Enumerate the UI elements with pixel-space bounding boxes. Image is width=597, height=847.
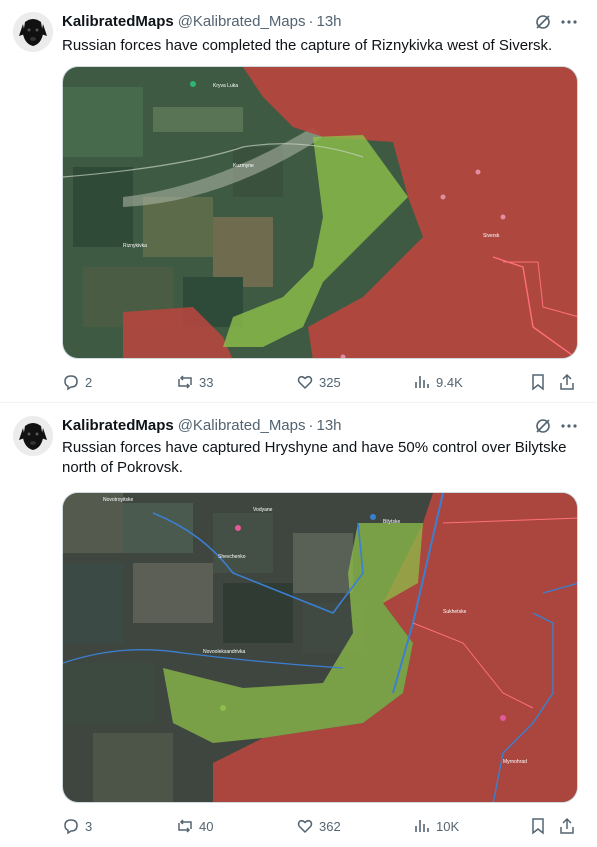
bookmark-icon [532,374,544,391]
svg-text:Myrnohrad: Myrnohrad [503,759,527,765]
reply-button[interactable]: 3 [62,816,92,836]
author-name[interactable]: KalibratedMaps [62,417,174,434]
like-button[interactable]: 362 [296,816,341,836]
tweet[interactable]: KalibratedMaps @Kalibrated_Maps · 13h Russi… [0,0,597,403]
repost-icon [178,819,192,833]
svg-text:Sukhetske: Sukhetske [443,609,467,615]
views-button[interactable]: 9.4K [413,372,463,392]
grok-icon[interactable] [533,12,553,32]
frontline-map: Novotroyitske Vodyane Bilytske Shevchenk… [63,493,577,802]
like-button[interactable]: 325 [296,372,341,392]
like-count: 325 [319,374,341,390]
tweet-text: Russian forces have completed the captur… [62,37,553,54]
svg-text:Vodyane: Vodyane [253,507,273,513]
heart-icon [297,375,313,390]
tweet-text-line: Russian forces have captured Hryshyne an… [62,439,567,456]
svg-text:Bilytske: Bilytske [383,519,400,525]
reply-icon [64,819,78,835]
grok-icon[interactable] [533,416,553,436]
bookmark-icon [532,818,544,835]
share-icon [560,373,574,390]
svg-text:Shevchenko: Shevchenko [218,554,246,560]
reply-count: 2 [85,374,93,390]
tweet-text: Russian forces have captured Hryshyne an… [62,438,577,478]
map-image[interactable]: Kryva Luka Kuzmyne Riznykivka Siversk [62,66,578,359]
avatar[interactable] [13,12,53,52]
repost-count: 33 [199,374,214,390]
tweet[interactable]: KalibratedMaps @Kalibrated_Maps · 13h Russi… [0,404,597,847]
tweet-text-line: north of Pokrovsk. [62,459,183,476]
dog-avatar-icon [13,416,53,456]
svg-text:Novooleksandrivka: Novooleksandrivka [203,649,245,655]
frontline-map: Kryva Luka Kuzmyne Riznykivka Siversk [63,67,577,358]
bookmark-button[interactable] [529,372,547,392]
more-dots-icon[interactable] [559,416,579,436]
share-button[interactable] [558,816,576,836]
map-image[interactable]: Novotroyitske Vodyane Bilytske Shevchenk… [62,492,578,803]
separator-dot: · [308,417,314,434]
views-button[interactable]: 10K [413,816,459,836]
views-count: 10K [436,818,460,834]
more-dots-icon[interactable] [559,12,579,32]
author-handle[interactable]: @Kalibrated_Maps [178,417,306,434]
share-button[interactable] [558,372,576,392]
reply-count: 3 [85,818,93,834]
reply-button[interactable]: 2 [62,372,92,392]
svg-text:Siversk: Siversk [483,233,500,239]
timestamp[interactable]: 13h [317,417,342,434]
views-count: 9.4K [436,374,463,390]
timestamp[interactable]: 13h [317,13,342,30]
avatar[interactable] [13,416,53,456]
reply-icon [64,375,78,391]
heart-icon [297,819,313,834]
repost-button[interactable]: 33 [176,372,213,392]
tweet-actions: 3 40 362 10K [62,816,582,836]
repost-count: 40 [199,818,214,834]
svg-text:Riznykivka: Riznykivka [123,243,147,249]
author-handle[interactable]: @Kalibrated_Maps [178,13,306,30]
svg-text:Kuzmyne: Kuzmyne [233,163,254,169]
repost-button[interactable]: 40 [176,816,213,836]
repost-icon [178,375,192,389]
svg-text:Novotroyitske: Novotroyitske [103,497,134,503]
views-bar-icon [415,820,429,832]
share-icon [560,817,574,834]
like-count: 362 [319,818,341,834]
tweet-header: KalibratedMaps @Kalibrated_Maps · 13h [62,12,342,32]
author-name[interactable]: KalibratedMaps [62,13,174,30]
bookmark-button[interactable] [529,816,547,836]
views-bar-icon [415,376,429,388]
svg-text:Kryva Luka: Kryva Luka [213,83,238,89]
tweet-actions: 2 33 325 9.4K [62,372,582,392]
dog-avatar-icon [13,12,53,52]
separator-dot: · [308,13,314,30]
tweet-header: KalibratedMaps @Kalibrated_Maps · 13h [62,416,342,436]
